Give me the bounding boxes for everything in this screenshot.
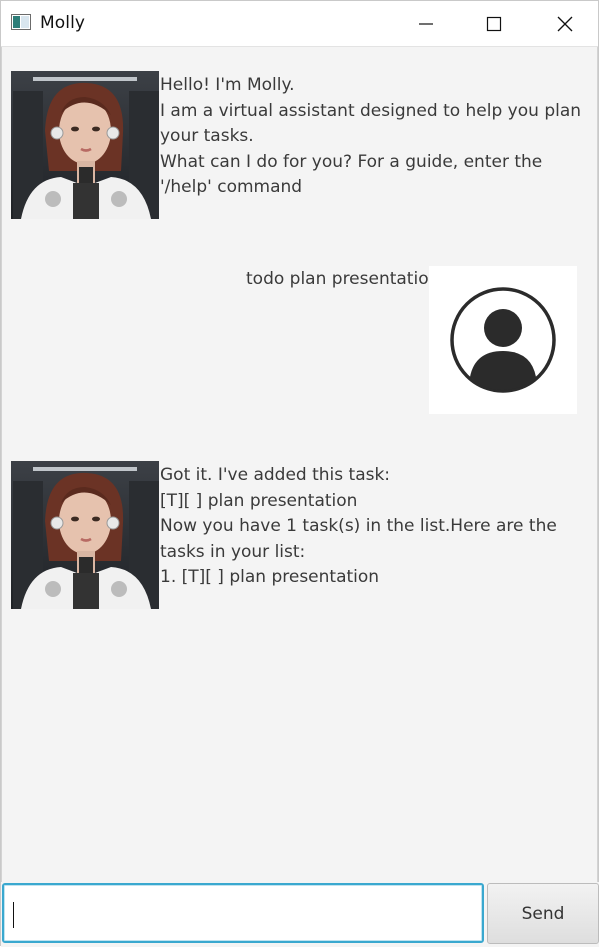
bot-message: Got it. I've added this task: [T][ ] pla… <box>160 465 557 588</box>
message-input[interactable] <box>2 883 484 943</box>
bot-avatar <box>11 71 159 219</box>
minimize-button[interactable] <box>391 1 461 46</box>
text-caret <box>13 902 14 928</box>
maximize-button[interactable] <box>459 1 529 46</box>
bot-message: Hello! I'm Molly. I am a virtual assista… <box>160 75 582 198</box>
user-message: todo plan presentation <box>246 269 440 289</box>
robot-woman-avatar <box>11 71 159 219</box>
maximize-icon <box>486 16 502 31</box>
minimize-icon <box>419 22 433 25</box>
app-window: Molly Hello! I'm Molly. I am a virtual a… <box>0 0 599 947</box>
app-icon <box>11 14 31 30</box>
close-button[interactable] <box>530 1 599 46</box>
input-bar: Send <box>1 882 599 947</box>
bot-avatar <box>11 461 159 609</box>
send-button[interactable]: Send <box>487 883 599 944</box>
dialog-container[interactable]: Hello! I'm Molly. I am a virtual assista… <box>1 47 598 882</box>
user-profile-icon <box>429 266 577 414</box>
window-title: Molly <box>40 13 86 33</box>
robot-woman-avatar <box>11 461 159 609</box>
user-avatar <box>429 266 577 414</box>
title-bar[interactable]: Molly <box>1 1 598 47</box>
close-icon <box>557 16 573 31</box>
